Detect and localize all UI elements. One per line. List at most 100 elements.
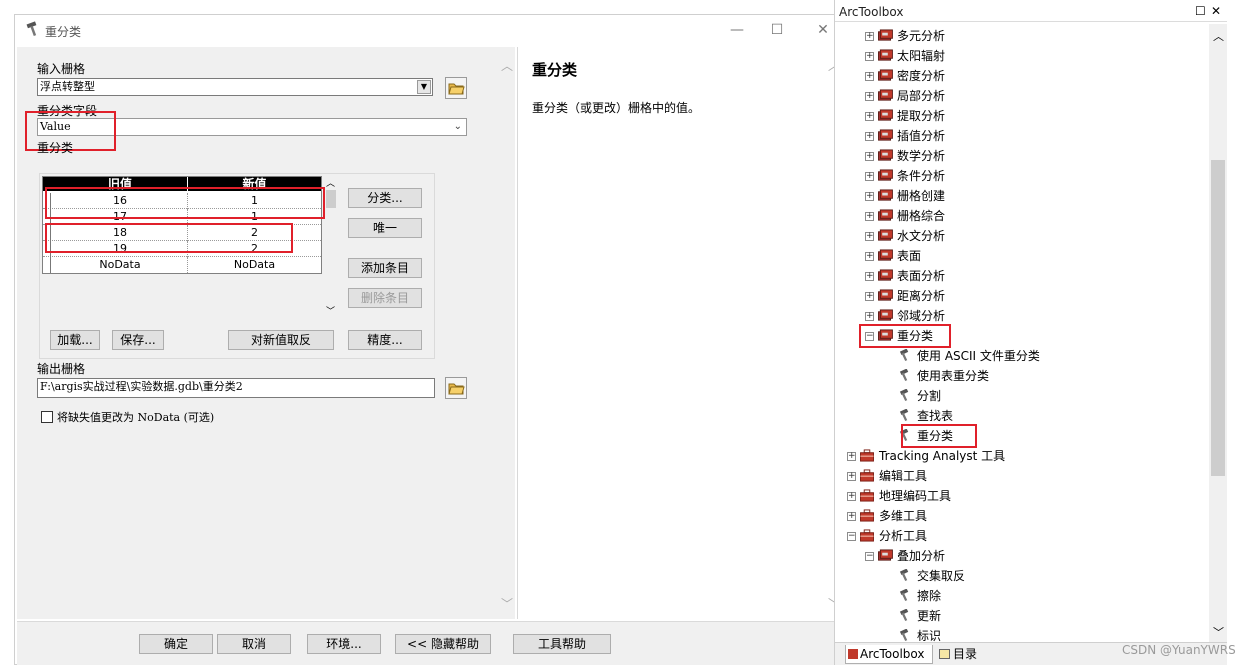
tree-tool-item[interactable]: 标识 [835,626,1205,642]
expand-icon[interactable]: + [865,192,874,201]
tree-toolset-item[interactable]: + 表面分析 [835,266,1205,286]
output-raster-input[interactable]: F:\argis实战过程\实验数据.gdb\重分类2 [37,378,435,398]
tree-toolset-item[interactable]: + 多元分析 [835,26,1205,46]
add-entry-button[interactable]: 添加条目 [348,258,422,278]
toolbox-tree[interactable]: + 多元分析 + 太阳辐射 + 密度分析 + 局部分析 + 提取分析 + 插值分析 + 数学分析 + 条件分析… [835,24,1209,642]
minimize-icon[interactable]: — [727,21,747,39]
tree-toolbox-item[interactable]: + 编辑工具 [835,466,1205,486]
tool-help-button[interactable]: 工具帮助 [513,634,611,654]
load-button[interactable]: 加载... [50,330,100,350]
expand-icon[interactable]: + [865,92,874,101]
expand-icon[interactable]: + [865,252,874,261]
tree-toolset-item[interactable]: + 提取分析 [835,106,1205,126]
chevron-up-icon[interactable]: ︿ [326,176,335,189]
open-folder-icon[interactable] [445,377,467,399]
expand-icon[interactable]: + [865,132,874,141]
old-value-cell[interactable]: 16 [53,193,187,209]
parameters-scrollbar[interactable]: ︿ ﹀ [499,47,515,619]
table-row[interactable]: NoData NoData [43,257,321,273]
expand-icon[interactable]: + [865,152,874,161]
expand-icon[interactable]: + [847,512,856,521]
expand-icon[interactable]: + [865,312,874,321]
tree-tool-item[interactable]: 更新 [835,606,1205,626]
tree-toolset-item[interactable]: + 栅格综合 [835,206,1205,226]
tree-toolset-item[interactable]: + 条件分析 [835,166,1205,186]
tree-toolset-item[interactable]: + 插值分析 [835,126,1205,146]
classify-button[interactable]: 分类... [348,188,422,208]
expand-icon[interactable]: + [847,492,856,501]
tab-arctoolbox[interactable]: ArcToolbox [845,645,933,664]
expand-icon[interactable]: + [865,232,874,241]
reclass-table[interactable]: 旧值 新值 16 1 17 1 18 2 19 2 NoData NoData [42,176,322,274]
nodata-checkbox[interactable] [41,411,53,423]
tree-tool-item[interactable]: 重分类 [835,426,1205,446]
tree-tool-item[interactable]: 使用表重分类 [835,366,1205,386]
tree-toolset-item[interactable]: + 邻域分析 [835,306,1205,326]
expand-icon[interactable]: + [865,112,874,121]
old-value-cell[interactable]: 17 [53,209,187,225]
tree-toolset-item[interactable]: + 太阳辐射 [835,46,1205,66]
precision-button[interactable]: 精度... [348,330,422,350]
expand-icon[interactable]: + [865,272,874,281]
toolbox-scrollbar[interactable]: ︿ ﹀ [1209,24,1227,642]
cancel-button[interactable]: 取消 [217,634,291,654]
scrollbar-thumb[interactable] [326,190,336,208]
expand-icon[interactable]: + [865,212,874,221]
chevron-down-icon[interactable]: ⌄ [454,119,462,135]
reverse-new-values-button[interactable]: 对新值取反 [228,330,334,350]
table-scrollbar[interactable]: ︿ ﹀ [324,176,338,320]
new-value-cell[interactable]: 2 [187,225,321,241]
ok-button[interactable]: 确定 [139,634,213,654]
table-row[interactable]: 17 1 [43,209,321,225]
maximize-icon[interactable]: ☐ [1195,4,1206,18]
maximize-icon[interactable]: ☐ [767,21,787,39]
tree-toolset-item[interactable]: + 表面 [835,246,1205,266]
tree-toolset-item[interactable]: + 水文分析 [835,226,1205,246]
new-value-cell[interactable]: 1 [187,209,321,225]
chevron-up-icon[interactable]: ︿ [1213,28,1224,44]
expand-icon[interactable]: + [865,72,874,81]
old-value-cell[interactable]: 18 [53,225,187,241]
close-icon[interactable]: ✕ [813,21,833,39]
open-folder-icon[interactable] [445,77,467,99]
tab-catalog[interactable]: 目录 [937,645,987,664]
expand-icon[interactable]: + [865,52,874,61]
reclass-field-select[interactable]: Value ⌄ [37,118,467,136]
collapse-icon[interactable]: − [865,552,874,561]
scrollbar-thumb[interactable] [1211,160,1225,476]
expand-icon[interactable]: + [865,172,874,181]
tree-toolset-item[interactable]: + 栅格创建 [835,186,1205,206]
tree-toolbox-item[interactable]: + Tracking Analyst 工具 [835,446,1205,466]
tree-toolbox-item[interactable]: − 分析工具 [835,526,1205,546]
environments-button[interactable]: 环境... [307,634,381,654]
table-row[interactable]: 19 2 [43,241,321,257]
new-value-cell[interactable]: 1 [187,193,321,209]
chevron-down-icon[interactable]: ﹀ [326,304,335,317]
expand-icon[interactable]: + [865,292,874,301]
unique-button[interactable]: 唯一 [348,218,422,238]
expand-icon[interactable]: + [847,452,856,461]
tree-toolset-item[interactable]: + 局部分析 [835,86,1205,106]
expand-icon[interactable]: + [865,32,874,41]
tree-tool-item[interactable]: 擦除 [835,586,1205,606]
close-icon[interactable]: ✕ [1211,4,1221,18]
tree-tool-item[interactable]: 分割 [835,386,1205,406]
chevron-down-icon[interactable]: ﹀ [1213,624,1224,640]
tree-tool-item[interactable]: 使用 ASCII 文件重分类 [835,346,1205,366]
tree-toolset-item[interactable]: − 叠加分析 [835,546,1205,566]
new-value-cell[interactable]: 2 [187,241,321,257]
delete-entry-button[interactable]: 删除条目 [348,288,422,308]
tree-toolset-item[interactable]: + 密度分析 [835,66,1205,86]
old-value-cell[interactable]: 19 [53,241,187,257]
chevron-down-icon[interactable]: ﹀ [501,595,513,612]
hide-help-button[interactable]: << 隐藏帮助 [395,634,491,654]
tree-toolset-item[interactable]: + 数学分析 [835,146,1205,166]
tree-toolbox-item[interactable]: + 地理编码工具 [835,486,1205,506]
save-button[interactable]: 保存... [112,330,164,350]
expand-icon[interactable]: + [847,472,856,481]
table-row[interactable]: 16 1 [43,193,321,209]
tree-toolset-item[interactable]: + 距离分析 [835,286,1205,306]
table-row[interactable]: 18 2 [43,225,321,241]
chevron-down-icon[interactable]: ▼ [417,80,431,94]
new-value-cell[interactable]: NoData [187,257,321,273]
